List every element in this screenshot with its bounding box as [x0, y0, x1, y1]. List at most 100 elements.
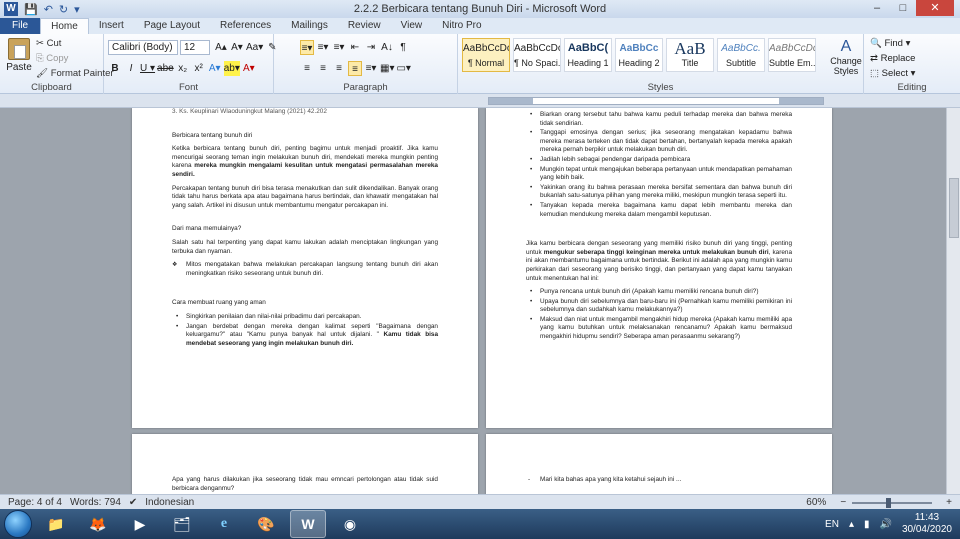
style-subtle-emphasis[interactable]: AaBbCcDc Subtle Em... [768, 38, 816, 72]
justify-button[interactable]: ≡ [348, 61, 362, 76]
align-right-button[interactable]: ≡ [332, 61, 346, 76]
start-button[interactable] [4, 510, 32, 538]
style-heading-2[interactable]: AaBbCc Heading 2 [615, 38, 663, 72]
tab-file[interactable]: File [0, 18, 41, 34]
align-center-button[interactable]: ≡ [316, 61, 330, 76]
decrease-indent-button[interactable]: ⇤ [348, 40, 362, 55]
style-subtitle[interactable]: AaBbCc. Subtitle [717, 38, 765, 72]
increase-indent-button[interactable]: ⇥ [364, 40, 378, 55]
style-title[interactable]: AaB Title [666, 38, 714, 72]
tab-insert[interactable]: Insert [89, 18, 134, 34]
underline-button[interactable]: U ▾ [140, 61, 155, 76]
sort-button[interactable]: A↓ [380, 40, 394, 55]
undo-icon[interactable]: ↶ [44, 3, 53, 16]
scrollbar-thumb[interactable] [949, 178, 959, 238]
shading-button[interactable]: ▦▾ [380, 61, 394, 76]
text-effects-button[interactable]: A▾ [208, 61, 222, 76]
input-language[interactable]: EN [825, 519, 839, 530]
save-icon[interactable]: 💾 [24, 3, 38, 16]
format-painter-button[interactable]: 🖌 Format Painter [36, 68, 114, 79]
style-name: Heading 1 [567, 58, 609, 68]
find-icon: 🔍 [870, 38, 882, 49]
page-count[interactable]: Page: 4 of 4 [8, 497, 62, 508]
horizontal-ruler[interactable] [0, 94, 960, 108]
borders-button[interactable]: ▭▾ [396, 61, 410, 76]
proofing-icon[interactable]: ✔ [129, 497, 137, 508]
tab-page-layout[interactable]: Page Layout [134, 18, 210, 34]
copy-button[interactable]: ⎘ Copy [36, 53, 68, 64]
media-player-icon[interactable]: ▶ [122, 510, 158, 538]
page-4[interactable]: Biarkan orang tersebut tahu bahwa kamu p… [486, 108, 832, 428]
list-item: Mitos mengatakan bahwa melakukan percaka… [172, 261, 438, 278]
explorer-icon[interactable]: 📁 [38, 510, 74, 538]
maximize-button[interactable]: □ [890, 0, 916, 16]
font-name-select[interactable]: Calibri (Body) [108, 40, 178, 55]
bullets-button[interactable]: ≡▾ [300, 40, 314, 55]
tray-arrow-icon[interactable]: ▴ [849, 519, 854, 530]
word-count[interactable]: Words: 794 [70, 497, 121, 508]
volume-icon[interactable]: 🔊 [879, 519, 891, 530]
zoom-in-icon[interactable]: + [946, 497, 952, 508]
minimize-button[interactable]: – [864, 0, 890, 16]
network-icon[interactable]: ▮ [864, 519, 870, 530]
paste-button[interactable]: Paste [6, 38, 32, 73]
find-label: Find ▾ [884, 38, 911, 49]
page-3[interactable]: 3. Ks. Keuplinari Wlaoduningkut Malang (… [132, 108, 478, 428]
list-item: Mungkin tepat untuk mengajukan beberapa … [526, 166, 792, 183]
internet-explorer-icon[interactable]: e [206, 510, 242, 538]
find-button[interactable]: 🔍 Find ▾ [870, 38, 910, 49]
change-case-button[interactable]: Aa▾ [246, 40, 263, 55]
chrome-icon[interactable]: ◉ [332, 510, 368, 538]
zoom-slider[interactable] [852, 497, 933, 508]
firefox-icon[interactable]: 🦊 [80, 510, 116, 538]
show-formatting-button[interactable]: ¶ [396, 40, 410, 55]
file-manager-icon[interactable]: 🗂 [164, 510, 200, 538]
zoom-level[interactable]: 60% [806, 497, 826, 508]
word-taskbar-icon[interactable]: W [290, 510, 326, 538]
italic-button[interactable]: I [124, 61, 138, 76]
subscript-button[interactable]: x₂ [176, 61, 190, 76]
font-size-select[interactable]: 12 [180, 40, 210, 55]
numbering-button[interactable]: ≡▾ [316, 40, 330, 55]
select-button[interactable]: ⬚ Select ▾ [870, 68, 915, 79]
document-workspace[interactable]: 3. Ks. Keuplinari Wlaoduningkut Malang (… [0, 108, 946, 494]
paste-icon [8, 38, 30, 60]
bold-button[interactable]: B [108, 61, 122, 76]
cut-button[interactable]: ✂ Cut [36, 38, 61, 49]
tab-nitro-pro[interactable]: Nitro Pro [432, 18, 491, 34]
highlight-button[interactable]: ab▾ [223, 61, 240, 76]
strikethrough-button[interactable]: abe [157, 61, 174, 76]
zoom-out-icon[interactable]: − [840, 497, 846, 508]
list-item: Maksud dan niat untuk mengambil mengakhi… [526, 316, 792, 342]
style-name: ¶ No Spaci... [514, 58, 560, 68]
word-app-icon[interactable]: W [4, 2, 18, 16]
tab-review[interactable]: Review [338, 18, 391, 34]
replace-button[interactable]: ⇄ Replace [870, 53, 915, 64]
multilevel-list-button[interactable]: ≡▾ [332, 40, 346, 55]
tab-home[interactable]: Home [40, 18, 89, 34]
vertical-scrollbar[interactable] [946, 108, 960, 494]
page-6[interactable]: Mari kita bahas apa yang kita ketahui se… [486, 434, 832, 494]
close-button[interactable]: ✕ [916, 0, 954, 16]
shrink-font-button[interactable]: A▾ [230, 40, 244, 55]
style-normal[interactable]: AaBbCcDc ¶ Normal [462, 38, 510, 72]
paint-icon[interactable]: 🎨 [248, 510, 284, 538]
zoom-slider-knob[interactable] [886, 497, 892, 508]
language[interactable]: Indonesian [145, 497, 194, 508]
page-5[interactable]: Apa yang harus dilakukan jika seseorang … [132, 434, 478, 494]
style-no-spacing[interactable]: AaBbCcDc ¶ No Spaci... [513, 38, 561, 72]
line-spacing-button[interactable]: ≡▾ [364, 61, 378, 76]
change-styles-button[interactable]: A Change Styles [830, 38, 862, 76]
customize-qat-icon[interactable]: ▾ [74, 3, 80, 16]
align-left-button[interactable]: ≡ [300, 61, 314, 76]
tab-view[interactable]: View [391, 18, 433, 34]
style-heading-1[interactable]: AaBbC(Heading 1 [564, 38, 612, 72]
tab-references[interactable]: References [210, 18, 281, 34]
font-color-button[interactable]: A▾ [242, 61, 256, 76]
clock[interactable]: 11:43 30/04/2020 [902, 512, 952, 536]
superscript-button[interactable]: x² [192, 61, 206, 76]
redo-icon[interactable]: ↻ [59, 3, 68, 16]
list-item: Jangan berdebat dengan mereka dengan kal… [172, 323, 438, 349]
grow-font-button[interactable]: A▴ [214, 40, 228, 55]
tab-mailings[interactable]: Mailings [281, 18, 338, 34]
